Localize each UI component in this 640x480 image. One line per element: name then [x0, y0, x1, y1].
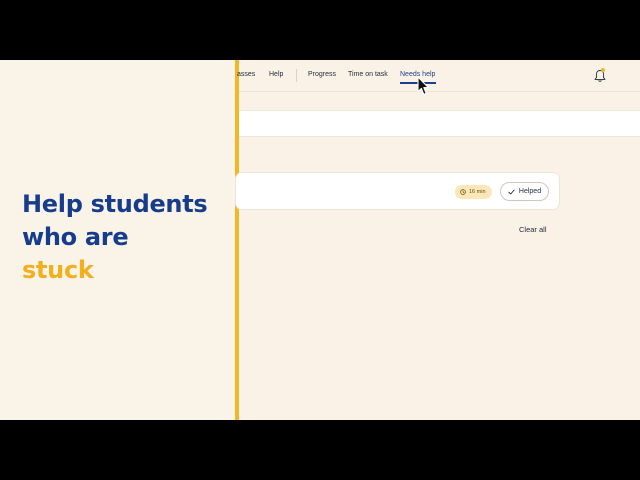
- clock-icon: [460, 189, 466, 195]
- filter-bar: [239, 110, 640, 137]
- wait-time-text: 16 min: [469, 189, 486, 195]
- nav-item-classes[interactable]: asses: [237, 71, 255, 78]
- help-request-card: 16 min Helped: [235, 172, 560, 210]
- helped-button[interactable]: Helped: [500, 182, 549, 201]
- promo-line-1: Help students: [22, 190, 208, 218]
- letterbox-bottom: [0, 420, 640, 480]
- clear-all-button[interactable]: Clear all: [519, 225, 547, 234]
- nav-item-help[interactable]: Help: [269, 71, 283, 78]
- wait-time-badge: 16 min: [455, 185, 492, 199]
- promo-headline: Help students who are stuck: [22, 188, 208, 287]
- video-stage: Help students who are stuck asses Help P…: [0, 60, 640, 420]
- mouse-cursor-icon: [417, 76, 429, 95]
- app-window: asses Help Progress Time on task Needs h…: [235, 60, 640, 420]
- nav-item-time-on-task[interactable]: Time on task: [348, 71, 388, 78]
- nav-item-progress[interactable]: Progress: [308, 71, 336, 78]
- nav-separator: [296, 69, 297, 82]
- notification-dot: [601, 68, 605, 72]
- check-icon: [508, 189, 515, 194]
- promo-line-3: stuck: [22, 256, 94, 284]
- top-nav: asses Help Progress Time on task Needs h…: [237, 60, 640, 92]
- helped-button-label: Helped: [518, 188, 542, 195]
- promo-panel: Help students who are stuck: [0, 60, 235, 420]
- letterbox-top: [0, 0, 640, 60]
- promo-line-2: who are: [22, 223, 129, 251]
